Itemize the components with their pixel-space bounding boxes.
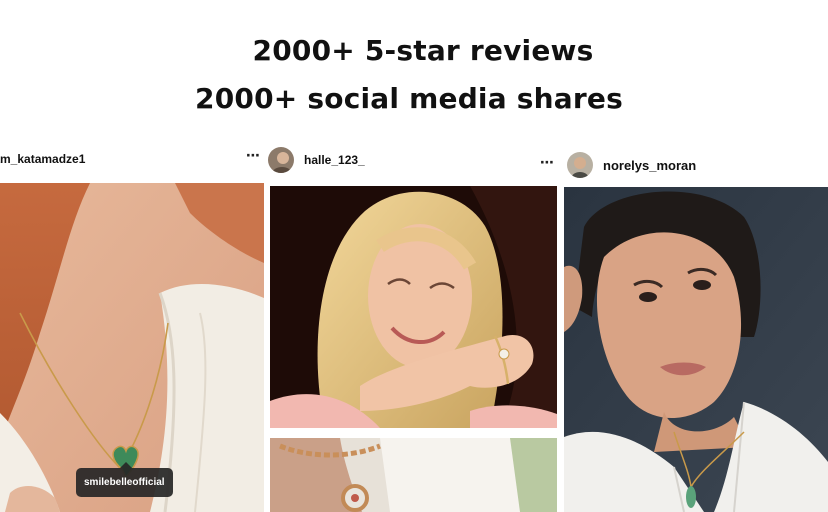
user-tag-badge[interactable]: smilebelleofficial [76, 462, 173, 497]
more-options-icon[interactable]: ⋯ [246, 148, 261, 164]
post-header-3: norelys_moran [567, 152, 696, 178]
avatar[interactable] [567, 152, 593, 178]
photo-chain-necklace-icon [270, 438, 557, 512]
post-photo-1[interactable]: smilebelleofficial [0, 183, 264, 512]
photo-woman-smiling-bracelet-icon [270, 186, 557, 428]
photo-woman-green-heart-necklace-icon [0, 183, 264, 512]
more-options-icon[interactable]: ⋯ [540, 155, 555, 171]
post-photo-3[interactable] [270, 438, 557, 512]
post-photo-4[interactable] [564, 187, 828, 512]
post-card-1[interactable]: iam_katamadze1 ⋯ [0, 140, 264, 512]
post-card-3[interactable]: norelys_moran [564, 140, 828, 512]
post-card-2[interactable]: halle_123_ ⋯ [268, 140, 560, 512]
avatar-halle-icon [268, 147, 294, 173]
post-header-1: iam_katamadze1 [0, 152, 85, 166]
headline-reviews: 2000+ 5-star reviews [252, 34, 594, 67]
avatar[interactable] [268, 147, 294, 173]
photo-woman-green-pendant-necklace-icon [564, 187, 828, 512]
avatar-norelys-icon [567, 152, 593, 178]
post-header-2: halle_123_ [268, 147, 365, 173]
page: 2000+ 5-star reviews 2000+ social media … [0, 0, 828, 512]
post-username-1[interactable]: iam_katamadze1 [0, 152, 85, 166]
headline-shares: 2000+ social media shares [195, 82, 623, 115]
post-photo-2[interactable] [270, 186, 557, 428]
post-username-2[interactable]: halle_123_ [304, 153, 365, 167]
post-username-3[interactable]: norelys_moran [603, 158, 696, 173]
